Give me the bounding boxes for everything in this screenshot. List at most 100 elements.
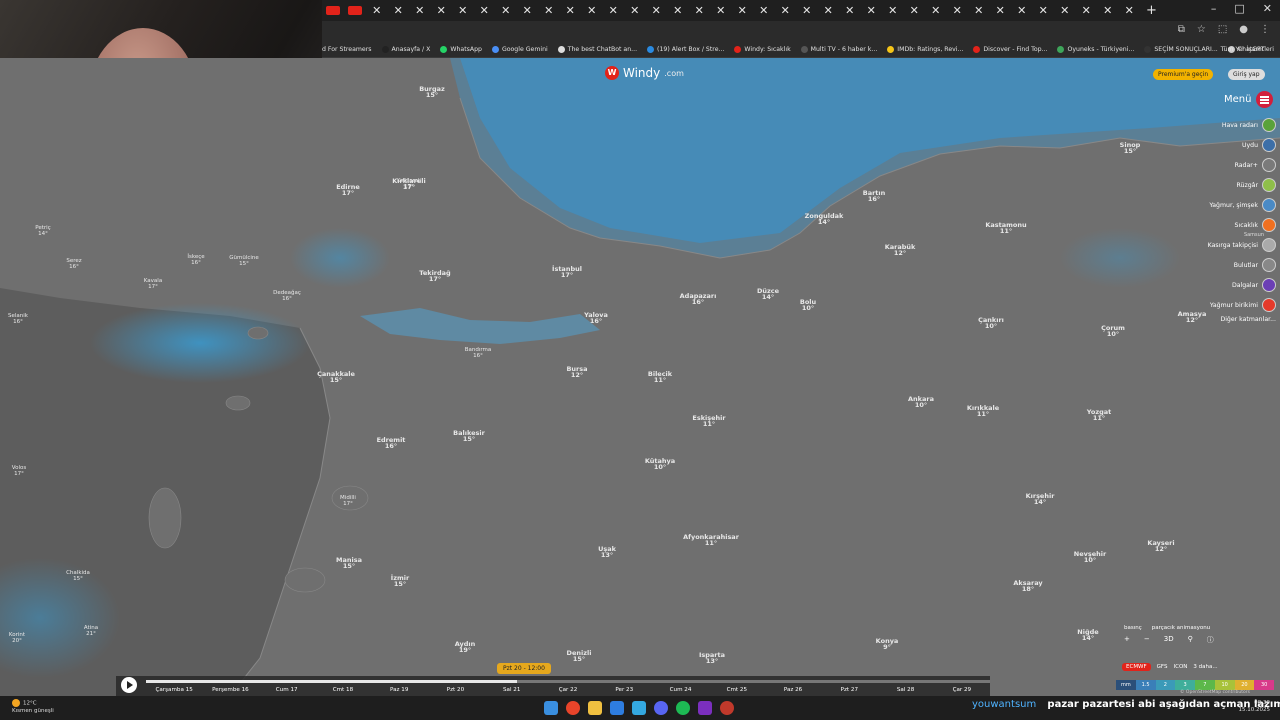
timeline-day[interactable]: Per 23 — [596, 687, 652, 693]
layer-item[interactable]: Diğer katmanlar... — [1220, 316, 1276, 323]
profile-icon[interactable]: ● — [1239, 24, 1248, 35]
tab-close-button[interactable]: ✕ — [1054, 0, 1076, 21]
more-icon[interactable]: ⋮ — [1260, 24, 1270, 35]
bookmark-item[interactable]: Multi TV - 6 haber k... — [800, 46, 877, 53]
city-label[interactable]: Kastamonu 11° — [985, 222, 1026, 235]
tab-close-button[interactable]: ✕ — [517, 0, 539, 21]
tab-close-button[interactable]: ✕ — [431, 0, 453, 21]
city-label[interactable]: Korint 20° — [9, 632, 25, 644]
bookmark-item[interactable]: IMDb: Ratings, Revi... — [887, 46, 963, 53]
login-button[interactable]: Giriş yap — [1228, 69, 1265, 80]
tab-close-button[interactable]: ✕ — [689, 0, 711, 21]
particles-toggle[interactable]: parçacık animasyonu — [1152, 625, 1210, 631]
city-label[interactable]: İstanbul 17° — [552, 266, 582, 279]
city-label[interactable]: Bolu 10° — [800, 299, 816, 312]
tab-close-button[interactable]: ✕ — [603, 0, 625, 21]
install-icon[interactable]: ⧉ — [1178, 24, 1185, 35]
city-label[interactable]: Çorum 10° — [1101, 325, 1125, 338]
city-label[interactable]: Aksaray 18° — [1013, 580, 1042, 593]
timeline-day[interactable]: Sal 28 — [877, 687, 933, 693]
city-label[interactable]: İzmir 15° — [391, 575, 409, 588]
tab-close-button[interactable]: ✕ — [1076, 0, 1098, 21]
city-label[interactable]: Tekirdağ 17° — [419, 270, 450, 283]
tab-close-button[interactable]: ✕ — [646, 0, 668, 21]
chrome-icon[interactable] — [566, 701, 580, 715]
tab-close-button[interactable]: ✕ — [710, 0, 732, 21]
app-icon[interactable] — [698, 701, 712, 715]
obs-icon[interactable] — [720, 701, 734, 715]
timeline-day[interactable]: Cum 24 — [652, 687, 708, 693]
city-label[interactable]: Bursa 12° — [566, 366, 587, 379]
tab-close-button[interactable]: ✕ — [1011, 0, 1033, 21]
tab-close-button[interactable]: ✕ — [667, 0, 689, 21]
timeline-day[interactable]: Pzt 20 — [427, 687, 483, 693]
timeline-day[interactable]: Çarşamba 15 — [146, 687, 202, 693]
timeline-day[interactable]: Cum 17 — [259, 687, 315, 693]
city-label[interactable]: Düzce 14° — [757, 288, 779, 301]
city-label[interactable]: Zonguldak 14° — [805, 213, 844, 226]
locate-icon[interactable]: ⚲ — [1188, 635, 1193, 645]
tab-close-button[interactable]: ✕ — [452, 0, 474, 21]
bookmark-item[interactable]: Google Gemini — [491, 46, 548, 53]
timeline-day[interactable]: Sal 21 — [484, 687, 540, 693]
tab-close-button[interactable]: ✕ — [904, 0, 926, 21]
discord-icon[interactable] — [654, 701, 668, 715]
layer-item[interactable]: Yağmur birikimi — [1210, 298, 1276, 312]
taskbar-weather[interactable]: 12°C Kısmen güneşli — [12, 699, 54, 715]
tab-close-button[interactable]: ✕ — [388, 0, 410, 21]
bookmark-item[interactable]: Windy: Sıcaklık — [734, 46, 791, 53]
hamburger-menu-icon[interactable] — [1256, 91, 1273, 108]
city-label[interactable]: Serez 16° — [66, 258, 81, 270]
tab-close-button[interactable]: ✕ — [732, 0, 754, 21]
layer-item[interactable]: Dalgalar — [1232, 278, 1276, 292]
layer-item[interactable]: Sıcaklık — [1235, 218, 1276, 232]
model-icon[interactable]: ICON — [1174, 664, 1188, 670]
city-label[interactable]: Adapazarı 16° — [680, 293, 717, 306]
timeline-current-time[interactable]: Pzt 20 - 12:00 — [497, 663, 551, 674]
timeline-day[interactable]: Paz 19 — [371, 687, 427, 693]
city-label[interactable]: Bilecik 11° — [648, 371, 672, 384]
bookmark-star-icon[interactable]: ☆ — [1197, 24, 1206, 35]
timeline-day[interactable]: Perşembe 16 — [202, 687, 258, 693]
zoom-out-button[interactable]: − — [1144, 635, 1150, 645]
city-label[interactable]: Kırşehir 14° — [1026, 493, 1055, 506]
city-label[interactable]: Çankırı 10° — [978, 317, 1004, 330]
tab-close-button[interactable]: ✕ — [624, 0, 646, 21]
city-label[interactable]: Volos 17° — [12, 465, 26, 477]
maximize-button[interactable]: □ — [1234, 2, 1244, 15]
city-label[interactable]: Gümülcine 15° — [229, 255, 259, 267]
minimize-button[interactable]: – — [1211, 2, 1217, 15]
bookmark-item[interactable]: Oyuneks - Türkiyeni... — [1057, 46, 1134, 53]
city-label[interactable]: Yozgat 11° — [1087, 409, 1112, 422]
city-label[interactable]: Bandırma 16° — [465, 347, 492, 359]
tab-close-button[interactable]: ✕ — [1033, 0, 1055, 21]
city-label[interactable]: Eskişehir 11° — [692, 415, 725, 428]
store-icon[interactable] — [610, 701, 624, 715]
city-label[interactable]: Yalova 16° — [584, 312, 608, 325]
bookmark-item[interactable]: Discover - Find Top... — [973, 46, 1047, 53]
premium-button[interactable]: Premium'a geçin — [1153, 69, 1214, 80]
tab-close-button[interactable]: ✕ — [474, 0, 496, 21]
new-tab-button[interactable]: + — [1146, 3, 1157, 18]
spotify-icon[interactable] — [676, 701, 690, 715]
pressure-toggle[interactable]: basınç — [1124, 625, 1142, 631]
all-bookmarks[interactable]: Tüm Yer İşaretleri — [1221, 46, 1274, 53]
city-label[interactable]: Nevşehir 10° — [1074, 551, 1106, 564]
tab-close-button[interactable]: ✕ — [818, 0, 840, 21]
menu-label[interactable]: Menü — [1224, 94, 1251, 105]
tab-favicon[interactable] — [348, 6, 362, 15]
extensions-icon[interactable]: ⬚ — [1218, 24, 1227, 35]
city-label[interactable]: Bartın 16° — [863, 190, 886, 203]
file-explorer-icon[interactable] — [588, 701, 602, 715]
telegram-icon[interactable] — [632, 701, 646, 715]
tab-close-button[interactable]: ✕ — [1119, 0, 1141, 21]
city-label[interactable]: Kırıkkale 11° — [967, 405, 999, 418]
model-more[interactable]: 3 daha... — [1193, 664, 1217, 670]
layer-item[interactable]: Hava radarı — [1222, 118, 1276, 132]
bookmark-item[interactable]: Anasayfa / X — [381, 46, 430, 53]
city-label[interactable]: Afyonkarahisar 11° — [683, 534, 739, 547]
city-label[interactable]: Çanakkale 15° — [317, 371, 355, 384]
close-window-button[interactable]: ✕ — [1263, 2, 1272, 15]
tab-close-button[interactable]: ✕ — [796, 0, 818, 21]
timeline-day[interactable]: Çar 29 — [934, 687, 990, 693]
